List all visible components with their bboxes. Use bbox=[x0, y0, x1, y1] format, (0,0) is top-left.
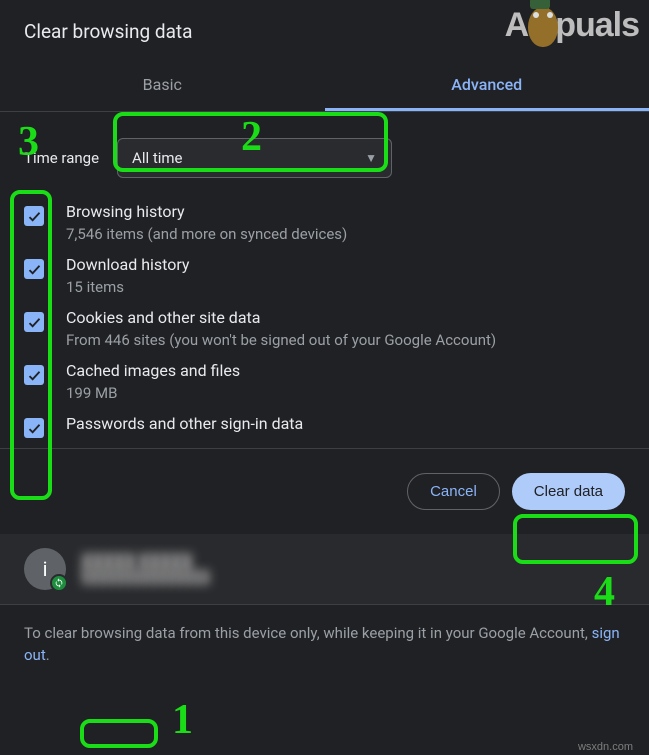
tabs: Basic Advanced bbox=[0, 61, 649, 112]
tab-advanced[interactable]: Advanced bbox=[325, 61, 649, 111]
account-email-masked: ███████████████ bbox=[82, 571, 210, 584]
check-icon bbox=[27, 368, 42, 383]
note-pre: To clear browsing data from this device … bbox=[24, 624, 592, 642]
bottom-note: To clear browsing data from this device … bbox=[0, 604, 649, 685]
dialog-title: Clear browsing data bbox=[0, 0, 649, 61]
option-sub: 15 items bbox=[66, 278, 190, 296]
option-title: Passwords and other sign-in data bbox=[66, 414, 303, 433]
check-icon bbox=[27, 421, 42, 436]
account-name-masked: █████ █████ bbox=[82, 554, 210, 571]
clear-data-button[interactable]: Clear data bbox=[512, 473, 625, 510]
checkbox-download-history[interactable] bbox=[24, 259, 44, 279]
avatar: i bbox=[24, 548, 66, 590]
cancel-button[interactable]: Cancel bbox=[407, 473, 500, 510]
option-passwords: Passwords and other sign-in data bbox=[24, 412, 625, 440]
watermark-wsxdn: wsxdn.com bbox=[578, 741, 633, 753]
checkbox-cached[interactable] bbox=[24, 365, 44, 385]
option-cookies: Cookies and other site data From 446 sit… bbox=[24, 306, 625, 351]
option-sub: From 446 sites (you won't be signed out … bbox=[66, 331, 496, 349]
dialog-footer: Cancel Clear data bbox=[0, 448, 649, 534]
chevron-down-icon: ▼ bbox=[365, 151, 377, 165]
option-title: Cached images and files bbox=[66, 361, 240, 380]
checkbox-browsing-history[interactable] bbox=[24, 206, 44, 226]
checkbox-passwords[interactable] bbox=[24, 418, 44, 438]
annotation-box-1 bbox=[80, 719, 158, 748]
account-section: i █████ █████ ███████████████ bbox=[0, 534, 649, 604]
time-range-dropdown[interactable]: All time ▼ bbox=[117, 138, 392, 178]
note-post: . bbox=[46, 646, 50, 664]
option-title: Cookies and other site data bbox=[66, 308, 496, 327]
option-cached: Cached images and files 199 MB bbox=[24, 359, 625, 404]
check-icon bbox=[27, 209, 42, 224]
annotation-number-1: 1 bbox=[172, 696, 193, 744]
option-title: Download history bbox=[66, 255, 190, 274]
time-range-value: All time bbox=[132, 149, 182, 167]
option-browsing-history: Browsing history 7,546 items (and more o… bbox=[24, 200, 625, 245]
time-range-label: Time range bbox=[24, 149, 99, 167]
option-title: Browsing history bbox=[66, 202, 347, 221]
checkbox-cookies[interactable] bbox=[24, 312, 44, 332]
account-text: █████ █████ ███████████████ bbox=[82, 554, 210, 584]
options-list: Browsing history 7,546 items (and more o… bbox=[24, 200, 625, 440]
check-icon bbox=[27, 262, 42, 277]
tab-basic[interactable]: Basic bbox=[0, 61, 325, 111]
sync-icon bbox=[50, 574, 68, 592]
time-range-row: Time range All time ▼ bbox=[24, 138, 625, 178]
option-sub: 199 MB bbox=[66, 384, 240, 402]
option-download-history: Download history 15 items bbox=[24, 253, 625, 298]
option-sub: 7,546 items (and more on synced devices) bbox=[66, 225, 347, 243]
check-icon bbox=[27, 315, 42, 330]
